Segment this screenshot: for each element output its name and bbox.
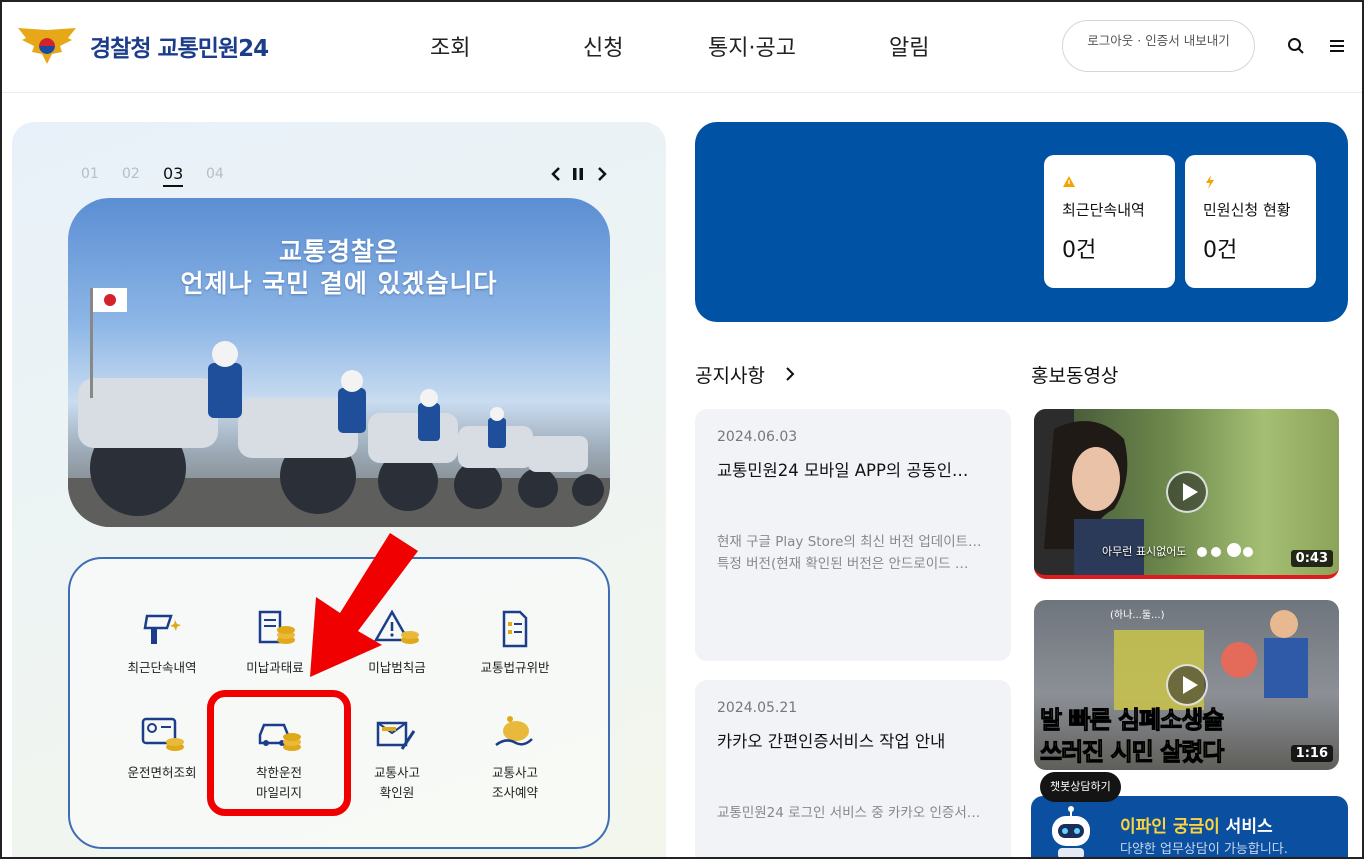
site-logo[interactable]: 경찰청 교통민원24 (12, 24, 269, 68)
logout-export-button[interactable]: 로그아웃 · 인증서 내보내기 (1062, 20, 1255, 72)
notice-title: 교통민원24 모바일 APP의 공동인… (717, 461, 969, 480)
nav-alerts[interactable]: 알림 (889, 30, 929, 62)
red-arrow-annotation (310, 533, 418, 677)
robot-icon (1052, 806, 1090, 859)
notice-title: 카카오 간편인증서비스 작업 안내 (717, 732, 946, 751)
civil-application-card[interactable]: 민원신청 현황 0건 (1185, 155, 1316, 288)
notice-body-line: 교통민원24 로그인 서비스 중 카카오 인증서… (717, 805, 981, 821)
quick-license-inquiry[interactable]: 운전면허조회 (107, 713, 217, 783)
chatbot-title-rest: 서비스 (1219, 817, 1273, 837)
slide-pager-1[interactable]: 01 (81, 166, 99, 182)
lightning-icon (1206, 175, 1214, 189)
stat-value: 0건 (1203, 238, 1238, 263)
nav-notice[interactable]: 통지·공고 (708, 30, 796, 62)
recent-enforcement-card[interactable]: 최근단속내역 0건 (1044, 155, 1175, 288)
quick-accident-certificate[interactable]: 교통사고 확인원 (342, 713, 452, 803)
next-slide-icon[interactable] (594, 165, 610, 183)
video-duration: 0:43 (1290, 550, 1333, 567)
envelope-pen-icon (376, 721, 416, 750)
quick-label: 운전면허조회 (127, 765, 197, 780)
play-icon[interactable] (1165, 664, 1208, 706)
video-section-title: 홍보동영상 (1031, 365, 1119, 387)
notice-body-line: 현재 구글 Play Store의 최신 버전 업데이트… (717, 534, 982, 550)
quick-label: 최근단속내역 (127, 660, 197, 675)
piggy-bank-icon (495, 716, 533, 747)
quick-label: 조사예약 (491, 785, 538, 800)
video-headline: 쓰러진 시민 살렸다 (1039, 738, 1224, 767)
nav-apply[interactable]: 신청 (583, 30, 623, 62)
pause-slide-icon[interactable] (570, 165, 586, 183)
quick-traffic-violation[interactable]: 교통법규위반 (460, 608, 570, 678)
quick-label: 확인원 (379, 785, 415, 800)
quick-label: 교통사고 (373, 765, 420, 780)
chevron-right-icon[interactable] (783, 366, 797, 382)
site-header: 경찰청 교통민원24 조회 신청 통지·공고 알림 로그아웃 · 인증서 내보내… (0, 0, 1364, 93)
slide-pager-2[interactable]: 02 (122, 166, 140, 182)
red-highlight-box (207, 690, 351, 816)
quick-accident-reservation[interactable]: 교통사고 조사예약 (460, 713, 570, 803)
notice-body-line: 특정 버전(현재 확인된 버전은 안드로이드 … (717, 556, 969, 572)
video-thumbnail[interactable]: (하나...둘...) 발 빠른 심폐소생술 쓰러진 시민 살렸다 1:16 (1034, 600, 1339, 770)
notice-card[interactable]: 2024.05.21 카카오 간편인증서비스 작업 안내 교통민원24 로그인 … (695, 680, 1011, 859)
video-thumbnail[interactable]: 아무런 표시없어도 0:43 (1034, 409, 1339, 579)
notice-body: 교통민원24 로그인 서비스 중 카카오 인증서… (717, 802, 989, 824)
stat-label: 민원신청 현황 (1203, 201, 1291, 219)
nav-inquiry[interactable]: 조회 (430, 30, 470, 62)
slide-pager-4[interactable]: 04 (206, 166, 224, 182)
speed-camera-icon (143, 614, 181, 644)
police-motorcycle-photo (68, 288, 610, 527)
chatbot-bubble[interactable]: 챗봇상담하기 (1040, 772, 1121, 802)
notice-date: 2024.06.03 (717, 429, 798, 445)
chatbot-subtitle: 다양한 업무상담이 가능합니다. (1120, 842, 1288, 857)
chatbot-title: 이파인 궁금이 서비스 (1120, 812, 1273, 837)
prev-slide-icon[interactable] (548, 165, 564, 183)
stat-value: 0건 (1062, 238, 1097, 263)
video-caption: 아무런 표시없어도 (1102, 545, 1187, 558)
police-emblem-icon (18, 28, 76, 64)
notice-section-title[interactable]: 공지사항 (695, 361, 765, 388)
main-banner-slide[interactable]: 교통경찰은 언제나 국민 곁에 있겠습니다 (68, 198, 610, 527)
checklist-document-icon (502, 610, 528, 648)
quick-label: 교통법규위반 (480, 660, 550, 675)
notice-date: 2024.05.21 (717, 700, 798, 716)
notice-body: 현재 구글 Play Store의 최신 버전 업데이트… 특정 버전(현재 확… (717, 531, 989, 575)
quick-label: 교통사고 (491, 765, 538, 780)
id-card-icon (141, 717, 184, 751)
video-headline: 발 빠른 심폐소생술 (1039, 706, 1224, 735)
slide-pager-3[interactable]: 03 (163, 164, 184, 187)
hamburger-menu-icon[interactable] (1327, 36, 1347, 56)
stat-label: 최근단속내역 (1062, 201, 1145, 219)
video-duration: 1:16 (1290, 745, 1333, 762)
video-small-caption: (하나...둘...) (1110, 610, 1165, 621)
search-icon[interactable] (1286, 36, 1306, 56)
quick-recent-enforcement[interactable]: 최근단속내역 (107, 608, 217, 678)
warning-icon (1063, 176, 1075, 187)
chatbot-title-highlight: 이파인 궁금이 (1120, 817, 1220, 837)
site-title: 경찰청 교통민원24 (90, 36, 269, 62)
play-icon[interactable] (1165, 471, 1208, 513)
notice-card[interactable]: 2024.06.03 교통민원24 모바일 APP의 공동인… 현재 구글 Pl… (695, 409, 1011, 661)
